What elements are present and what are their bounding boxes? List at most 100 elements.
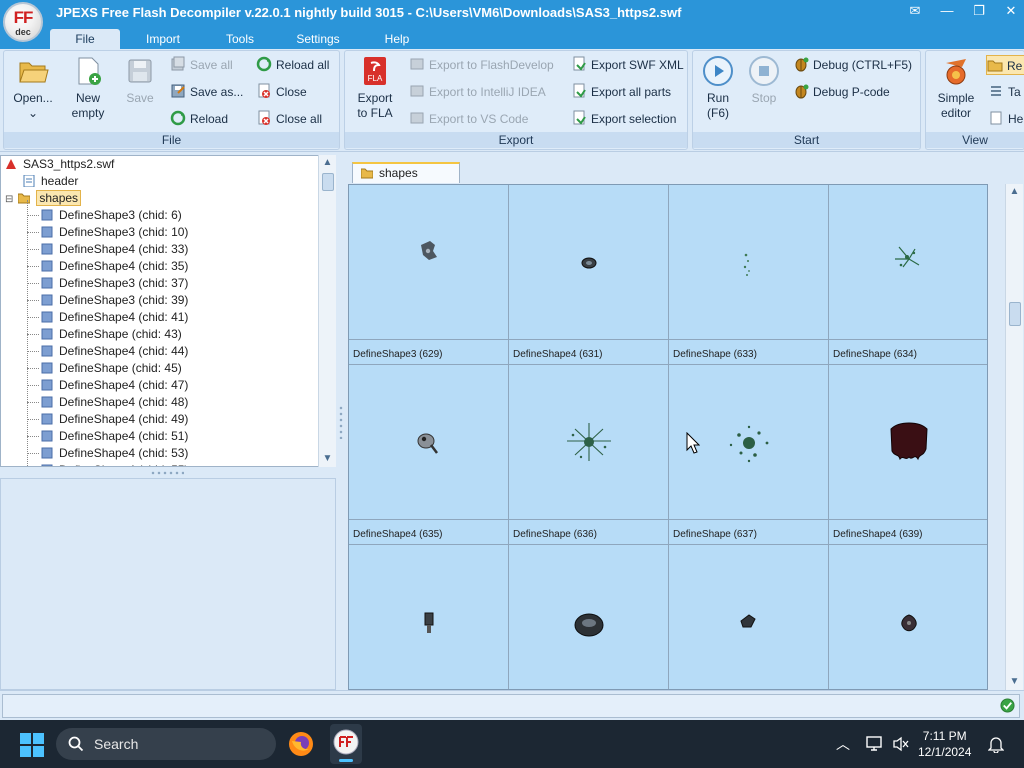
file-tree[interactable]: SAS3_https2.swf header ⊟ shapes DefineSh… <box>0 155 336 467</box>
tree-item-shape[interactable]: DefineShape (chid: 43) <box>27 326 182 343</box>
scroll-thumb[interactable] <box>1009 302 1021 326</box>
ffdec-taskbar-button[interactable] <box>330 724 362 764</box>
export-all-parts-button[interactable]: Export all parts <box>571 82 671 102</box>
tree-item-shape[interactable]: DefineShape4 (chid: 49) <box>27 411 188 428</box>
tab-file[interactable]: File <box>50 29 120 49</box>
window-title: JPEXS Free Flash Decompiler v.22.0.1 nig… <box>56 5 682 20</box>
stop-button[interactable]: Stop <box>743 55 785 106</box>
tree-item-shape[interactable]: DefineShape4 (chid: 51) <box>27 428 188 445</box>
reload-all-button[interactable]: Reload all <box>256 55 329 75</box>
notification-bell-icon[interactable] <box>988 735 1004 753</box>
resources-view-button[interactable]: Re <box>986 55 1024 75</box>
close-button[interactable]: ✕ <box>1002 3 1020 19</box>
close-all-icon <box>258 110 270 125</box>
grid-scrollbar[interactable]: ▲ ▼ <box>1005 184 1023 690</box>
tree-item-shape[interactable]: DefineShape4 (chid: 48) <box>27 394 188 411</box>
tree-scrollbar[interactable]: ▲ ▼ <box>318 155 336 467</box>
shape-icon <box>41 294 53 306</box>
reload-button[interactable]: Reload <box>170 109 228 129</box>
taskbar-search[interactable]: Search <box>56 728 276 760</box>
scroll-down-arrow[interactable]: ▼ <box>1006 674 1023 690</box>
export-fla-label-1: Export <box>357 91 393 105</box>
tab-help[interactable]: Help <box>362 29 432 49</box>
shape-thumbnail[interactable]: DefineShape (634) <box>829 185 987 365</box>
feedback-icon[interactable]: ✉ <box>906 3 924 19</box>
tree-item-shape[interactable]: DefineShape3 (chid: 6) <box>27 207 182 224</box>
tab-import[interactable]: Import <box>128 29 198 49</box>
open-button[interactable]: Open... ⌄ <box>8 55 58 121</box>
thumbnail-label: DefineShape (634) <box>833 349 917 360</box>
shape-thumbnail[interactable]: DefineShape4 (635) <box>349 365 509 545</box>
close-file-button[interactable]: Close <box>256 82 307 102</box>
scroll-up-arrow[interactable]: ▲ <box>1006 184 1023 200</box>
run-button[interactable]: Run (F6) <box>697 55 739 121</box>
tree-item-shape[interactable]: DefineShape4 (chid: 44) <box>27 343 188 360</box>
view-group-label: View <box>926 132 1024 148</box>
shape-thumbnail[interactable]: DefineShape4 (639) <box>829 365 987 545</box>
scroll-thumb[interactable] <box>322 173 334 191</box>
tab-shapes[interactable]: shapes <box>352 162 460 183</box>
tree-item-shape[interactable]: DefineShape4 (chid: 35) <box>27 258 188 275</box>
export-flashdevelop-button[interactable]: Export to FlashDevelop <box>409 55 554 75</box>
maximize-button[interactable]: ❐ <box>970 3 988 19</box>
shape-preview <box>740 614 756 628</box>
tree-branch-line <box>27 402 39 403</box>
tree-item-shape[interactable]: DefineShape (chid: 45) <box>27 360 182 377</box>
tree-item-shape[interactable]: DefineShape4 (chid: 53) <box>27 445 188 462</box>
tree-item-shape[interactable]: DefineShape4 (chid: 55) <box>41 462 188 466</box>
tree-item-shape[interactable]: DefineShape3 (chid: 37) <box>27 275 188 292</box>
scroll-down-arrow[interactable]: ▼ <box>319 451 336 467</box>
collapse-icon[interactable]: ⊟ <box>5 191 15 208</box>
shape-thumbnail[interactable]: DefineShape (637) <box>669 365 829 545</box>
tag-list-view-button[interactable]: Ta <box>988 82 1021 102</box>
tab-settings[interactable]: Settings <box>282 29 354 49</box>
simple-editor-button[interactable]: Simple editor <box>930 55 982 121</box>
scroll-up-arrow[interactable]: ▲ <box>319 155 336 171</box>
tree-splitter-grip[interactable] <box>150 470 184 476</box>
shape-thumbnail[interactable]: DefineShape (633) <box>669 185 829 365</box>
save-button[interactable]: Save <box>116 55 164 106</box>
minimize-button[interactable]: — <box>938 3 956 19</box>
export-fla-button[interactable]: FLA Export to FLA <box>351 55 399 121</box>
export-vscode-button[interactable]: Export to VS Code <box>409 109 528 129</box>
save-all-button[interactable]: Save all <box>170 55 233 75</box>
export-intellij-button[interactable]: Export to IntelliJ IDEA <box>409 82 546 102</box>
windows-start-icon[interactable] <box>20 733 44 757</box>
tree-folder-shapes[interactable]: ⊟ shapes <box>5 190 82 208</box>
xml-export-icon <box>573 56 586 71</box>
tree-item-shape[interactable]: DefineShape4 (chid: 41) <box>27 309 188 326</box>
hex-view-button[interactable]: He <box>988 109 1023 129</box>
shape-thumbnail[interactable]: DefineShape4 (631) <box>509 185 669 365</box>
shape-thumbnail[interactable]: DefineShape3 (629) <box>349 185 509 365</box>
debug-button[interactable]: Debug (CTRL+F5) <box>793 55 912 75</box>
system-clock[interactable]: 7:11 PM 12/1/2024 <box>918 728 971 760</box>
tree-item-shape[interactable]: DefineShape4 (chid: 47) <box>27 377 188 394</box>
export-swf-xml-button[interactable]: Export SWF XML <box>571 55 684 75</box>
tree-item-shape[interactable]: DefineShape4 (chid: 33) <box>27 241 188 258</box>
shape-thumbnail[interactable]: DefineShape (636) <box>509 365 669 545</box>
export-selection-button[interactable]: Export selection <box>571 109 676 129</box>
debug-pcode-button[interactable]: Debug P-code <box>793 82 890 102</box>
new-empty-button[interactable]: New empty <box>64 55 112 121</box>
tree-root[interactable]: SAS3_https2.swf <box>5 156 114 173</box>
tree-branch-line <box>27 317 39 318</box>
close-all-button[interactable]: Close all <box>256 109 322 129</box>
tree-item-header[interactable]: header <box>23 173 78 190</box>
tree-item-shape[interactable]: DefineShape3 (chid: 39) <box>27 292 188 309</box>
shape-thumbnail[interactable] <box>349 545 509 689</box>
save-all-icon <box>171 56 185 71</box>
firefox-icon[interactable] <box>288 731 314 757</box>
shape-icon <box>41 396 53 408</box>
network-icon[interactable] <box>866 735 886 753</box>
panel-splitter[interactable] <box>336 155 346 690</box>
tree-item-shape[interactable]: DefineShape3 (chid: 10) <box>27 224 188 241</box>
tab-tools[interactable]: Tools <box>205 29 275 49</box>
run-label-1: Run <box>706 91 729 105</box>
search-placeholder: Search <box>94 736 139 752</box>
shape-thumbnail[interactable] <box>829 545 987 689</box>
save-as-button[interactable]: Save as... <box>170 82 243 102</box>
show-hidden-icons[interactable]: ︿ <box>836 734 850 754</box>
volume-muted-icon[interactable] <box>892 736 910 752</box>
shape-thumbnail[interactable] <box>669 545 829 689</box>
shape-thumbnail[interactable] <box>509 545 669 689</box>
